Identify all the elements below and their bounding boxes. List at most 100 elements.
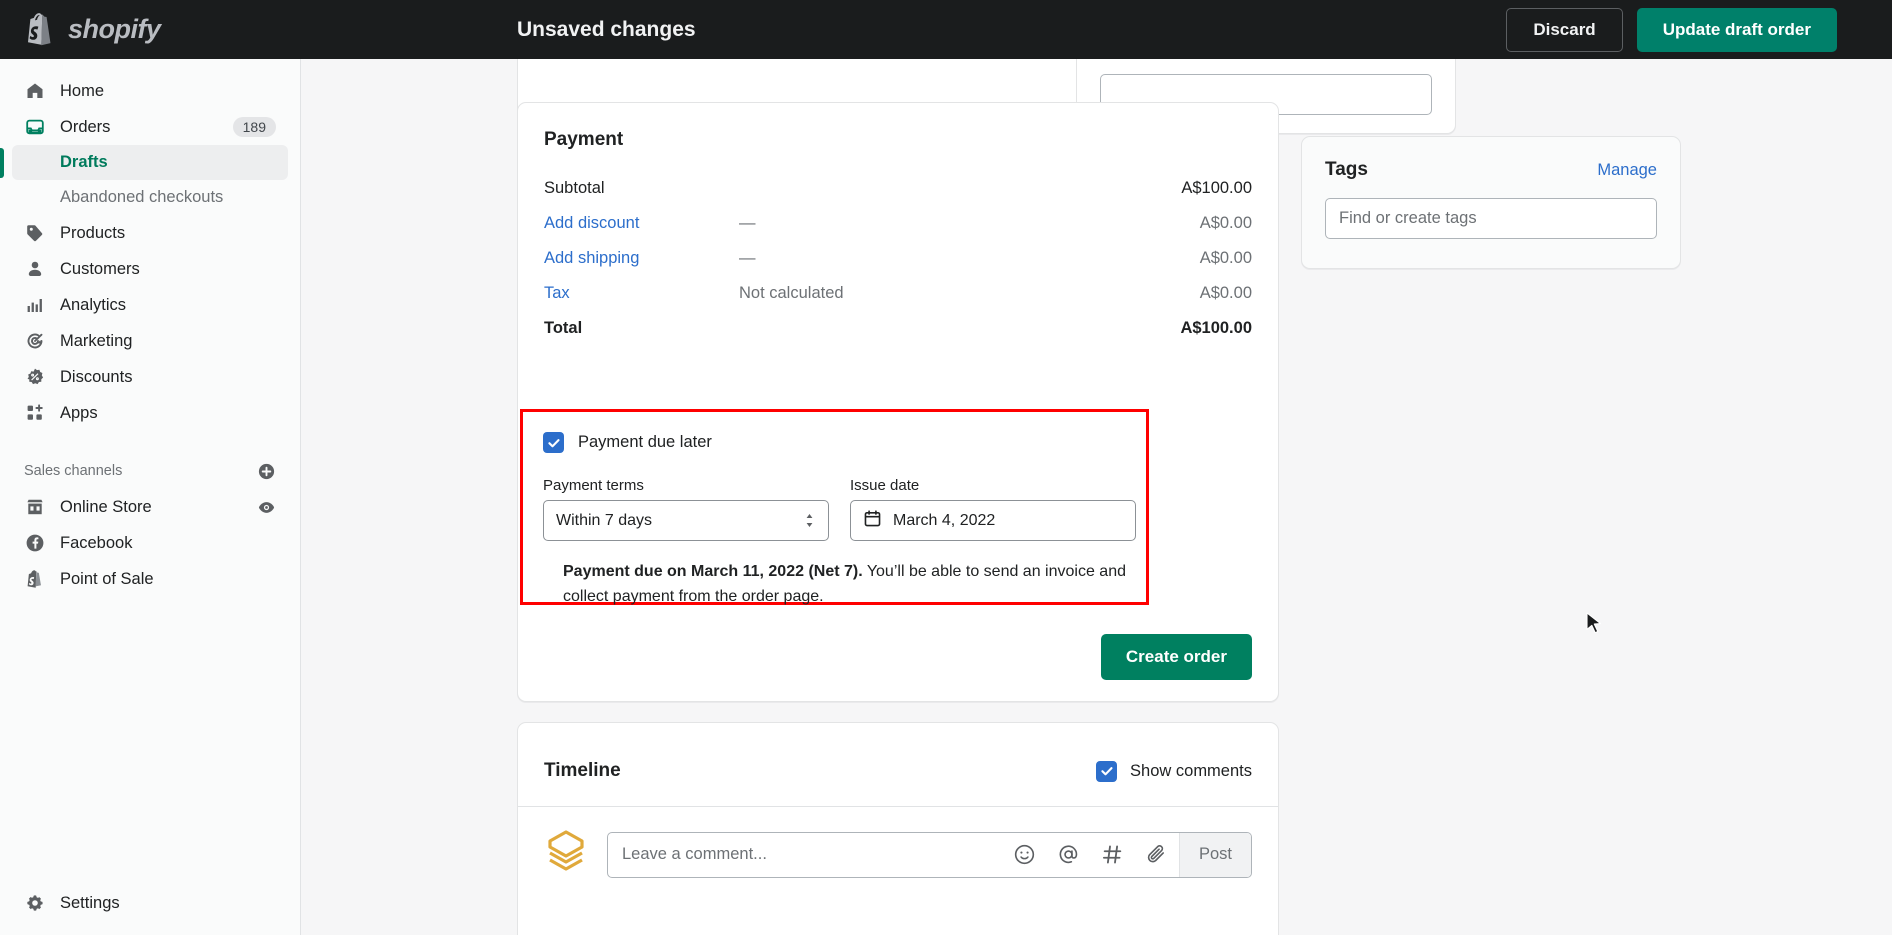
payment-terms-select[interactable]: Within 7 days xyxy=(543,500,829,541)
sidebar-item-point-of-sale[interactable]: Point of Sale xyxy=(12,561,288,597)
sidebar-item-facebook[interactable]: Facebook xyxy=(12,525,288,561)
comment-actions: Post xyxy=(1003,832,1251,877)
sidebar-item-label: Home xyxy=(60,81,105,100)
sidebar-item-home[interactable]: Home xyxy=(12,73,288,109)
update-draft-order-button[interactable]: Update draft order xyxy=(1636,7,1837,52)
bar-chart-icon xyxy=(24,294,46,316)
facebook-icon xyxy=(24,532,46,554)
sidebar-subitem-label: Abandoned checkouts xyxy=(60,188,224,206)
tag-icon xyxy=(24,222,46,244)
percent-badge-icon xyxy=(24,366,46,388)
show-comments-checkbox[interactable] xyxy=(1096,760,1118,782)
issue-date-input[interactable]: March 4, 2022 xyxy=(850,500,1136,541)
shopify-logo[interactable]: shopify xyxy=(0,0,301,59)
payment-row-total: Total A$100.00 xyxy=(544,311,1252,346)
row-amount: A$0.00 xyxy=(1199,249,1252,267)
sidebar-item-products[interactable]: Products xyxy=(12,215,288,251)
payment-row-add-shipping[interactable]: Add shipping — A$0.00 xyxy=(544,241,1252,276)
add-shipping-link[interactable]: Add shipping xyxy=(544,249,739,268)
sidebar-item-drafts[interactable]: Drafts xyxy=(12,145,288,180)
sidebar-item-label: Customers xyxy=(60,259,140,278)
payment-row-add-discount[interactable]: Add discount — A$0.00 xyxy=(544,206,1252,241)
layers-avatar-icon xyxy=(544,829,588,880)
payment-row-subtotal: Subtotal A$100.00 xyxy=(544,171,1252,206)
sidebar-item-marketing[interactable]: Marketing xyxy=(12,323,288,359)
row-middle: — xyxy=(739,249,756,267)
calendar-icon xyxy=(863,509,882,533)
topbar-actions: Discard Update draft order xyxy=(1506,7,1892,52)
eye-icon[interactable] xyxy=(257,498,276,517)
create-order-button[interactable]: Create order xyxy=(1100,633,1252,680)
row-label: Subtotal xyxy=(544,179,605,197)
payment-terms-value: Within 7 days xyxy=(556,511,653,529)
sales-channels-header: Sales channels xyxy=(12,457,288,485)
add-discount-link[interactable]: Add discount xyxy=(544,214,739,233)
row-amount: A$0.00 xyxy=(1199,284,1252,302)
plus-circle-icon[interactable] xyxy=(257,462,276,481)
sidebar-item-abandoned-checkouts[interactable]: Abandoned checkouts xyxy=(12,180,288,215)
sidebar-item-label: Online Store xyxy=(60,497,152,516)
payment-due-later-checkbox[interactable] xyxy=(543,432,564,453)
sidebar-item-apps[interactable]: Apps xyxy=(12,395,288,431)
payment-due-fields: Payment terms Within 7 days Issue date M… xyxy=(543,477,1136,541)
sidebar-item-label: Point of Sale xyxy=(60,569,154,588)
comment-input-box[interactable]: Leave a comment... Post xyxy=(607,831,1252,878)
payment-row-tax[interactable]: Tax Not calculated A$0.00 xyxy=(544,276,1252,311)
sidebar-subitem-label: Drafts xyxy=(60,153,108,171)
manage-tags-link[interactable]: Manage xyxy=(1597,161,1657,180)
sidebar-item-label: Settings xyxy=(60,893,120,912)
sidebar-item-label: Products xyxy=(60,223,126,242)
gear-icon xyxy=(24,892,46,914)
sidebar-nav-main: Home Orders 189 Drafts Abandoned checkou… xyxy=(0,59,300,597)
show-comments-row[interactable]: Show comments xyxy=(1096,760,1252,782)
home-icon xyxy=(24,80,46,102)
issue-date-label: Issue date xyxy=(850,477,920,494)
payment-terms-field: Payment terms Within 7 days xyxy=(543,477,829,541)
tags-input-placeholder: Find or create tags xyxy=(1339,209,1477,227)
tags-header: Tags Manage xyxy=(1302,137,1680,181)
shopify-bag-icon xyxy=(28,12,51,45)
sidebar-item-settings[interactable]: Settings xyxy=(12,885,288,921)
comment-row: Leave a comment... Post xyxy=(518,807,1278,880)
storefront-icon xyxy=(24,496,46,518)
checkmark-icon xyxy=(1100,767,1113,776)
sidebar-item-discounts[interactable]: Discounts xyxy=(12,359,288,395)
marketing-target-icon xyxy=(24,330,46,352)
emoji-icon[interactable] xyxy=(1003,833,1047,877)
payment-due-note-strong: Payment due on March 11, 2022 (Net 7). xyxy=(563,563,863,580)
orders-count-badge: 189 xyxy=(232,117,276,137)
mention-at-icon[interactable] xyxy=(1047,833,1091,877)
discard-button[interactable]: Discard xyxy=(1506,7,1623,52)
sidebar-item-label: Marketing xyxy=(60,331,133,350)
row-label: Total xyxy=(544,319,583,337)
timeline-title: Timeline xyxy=(544,760,621,781)
tax-link[interactable]: Tax xyxy=(544,284,739,303)
payment-card: Payment Subtotal A$100.00 Add discount —… xyxy=(517,102,1279,702)
mouse-cursor xyxy=(1586,612,1602,634)
tags-input[interactable]: Find or create tags xyxy=(1325,198,1657,239)
sidebar-item-analytics[interactable]: Analytics xyxy=(12,287,288,323)
sidebar-item-orders[interactable]: Orders 189 xyxy=(12,109,288,145)
main-content: A$100.00 Payment Subtotal A$100.00 Add d… xyxy=(301,59,1892,935)
payment-due-later-label: Payment due later xyxy=(578,433,712,451)
issue-date-field: Issue date March 4, 2022 xyxy=(850,477,1136,541)
sidebar-item-label: Facebook xyxy=(60,533,133,552)
orders-inbox-icon xyxy=(24,116,46,138)
checkmark-icon xyxy=(547,438,560,447)
timeline-header: Timeline Show comments xyxy=(518,723,1278,793)
sidebar-item-label: Orders xyxy=(60,117,111,136)
hashtag-icon[interactable] xyxy=(1091,833,1135,877)
tags-title: Tags xyxy=(1325,159,1368,180)
payment-due-note: Payment due on March 11, 2022 (Net 7). Y… xyxy=(563,559,1131,609)
post-comment-button[interactable]: Post xyxy=(1178,832,1251,877)
payment-due-later-checkbox-row[interactable]: Payment due later xyxy=(543,432,1126,453)
sidebar-item-customers[interactable]: Customers xyxy=(12,251,288,287)
row-amount: A$100.00 xyxy=(1181,179,1252,197)
sidebar-item-online-store[interactable]: Online Store xyxy=(12,489,288,525)
tags-card: Tags Manage Find or create tags xyxy=(1301,136,1681,269)
shopify-pos-icon xyxy=(24,568,46,590)
row-middle: Not calculated xyxy=(739,284,844,302)
paperclip-icon[interactable] xyxy=(1135,833,1179,877)
sidebar-settings-row: Settings xyxy=(0,885,300,921)
show-comments-label: Show comments xyxy=(1130,761,1252,780)
